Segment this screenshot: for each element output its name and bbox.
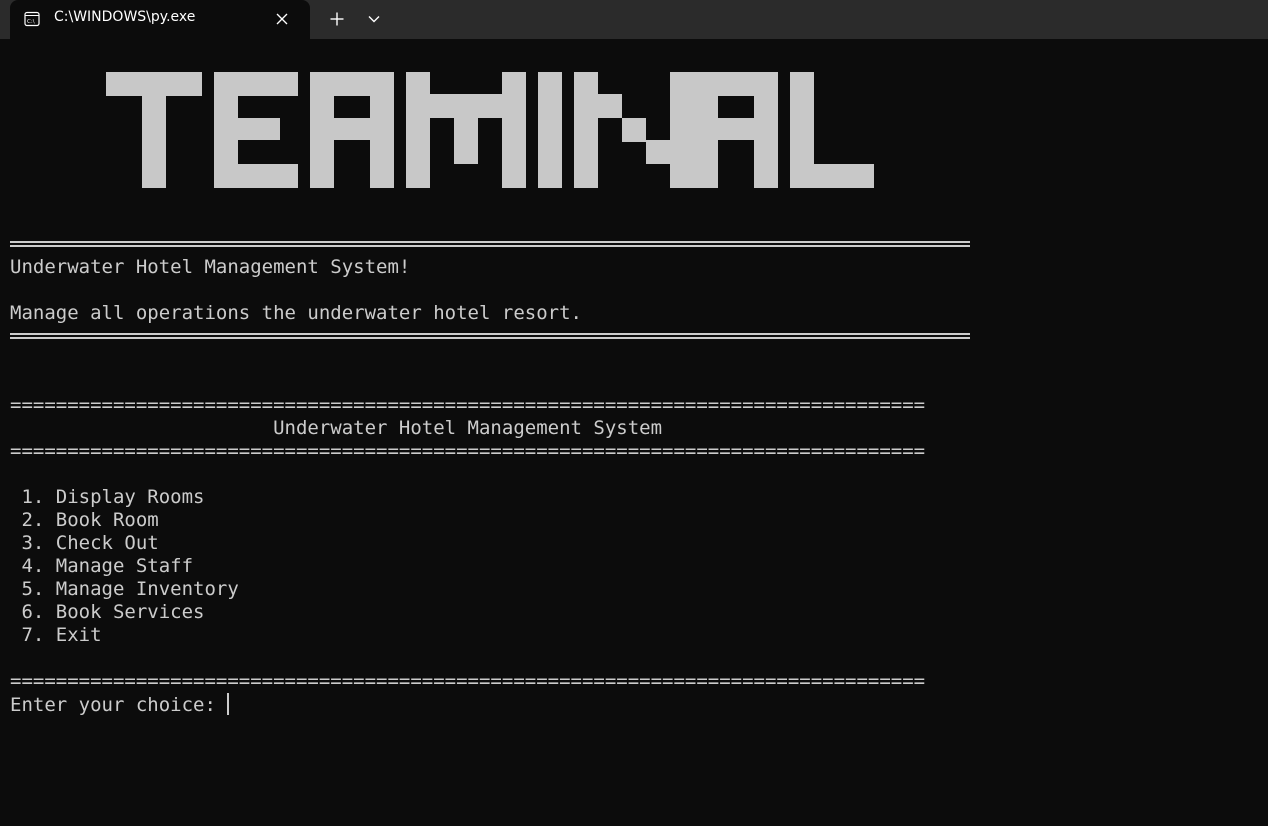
close-tab-button[interactable] [272,9,292,29]
menu-rule-top: ========================================… [10,394,926,416]
menu-item-display-rooms: 1. Display Rooms [10,486,205,508]
text-cursor [227,693,230,715]
menu-rule-bottom: ========================================… [10,670,926,692]
new-tab-button[interactable] [324,6,350,32]
plus-icon [330,12,344,26]
menu-item-check-out: 3. Check Out [10,532,159,554]
input-prompt: Enter your choice: [10,694,228,716]
header-double-rule-top [10,241,970,247]
header-double-rule-bottom [10,333,970,339]
chevron-down-icon [368,16,380,23]
cmd-terminal-icon: C:\ [24,11,40,27]
welcome-subtitle: Manage all operations the underwater hot… [10,302,582,324]
svg-text:C:\: C:\ [27,19,35,25]
welcome-title: Underwater Hotel Management System! [10,256,411,278]
tab-title: C:\WINDOWS\py.exe [54,9,196,25]
menu-rule-mid: ========================================… [10,440,926,462]
close-icon [276,13,288,25]
tab-dropdown-button[interactable] [362,6,386,32]
menu-title: Underwater Hotel Management System [10,417,663,439]
menu-item-book-services: 6. Book Services [10,601,205,623]
menu-item-exit: 7. Exit [10,624,102,646]
menu-item-manage-inventory: 5. Manage Inventory [10,578,239,600]
title-bar: C:\ C:\WINDOWS\py.exe [0,0,1268,39]
menu-item-manage-staff: 4. Manage Staff [10,555,194,577]
menu-item-book-room: 2. Book Room [10,509,159,531]
active-tab[interactable]: C:\ C:\WINDOWS\py.exe [10,0,310,39]
terminal-output[interactable]: Underwater Hotel Management System! Mana… [0,39,1268,826]
input-prompt-line[interactable]: Enter your choice: [10,693,230,717]
terminal-banner-logo [106,72,874,188]
